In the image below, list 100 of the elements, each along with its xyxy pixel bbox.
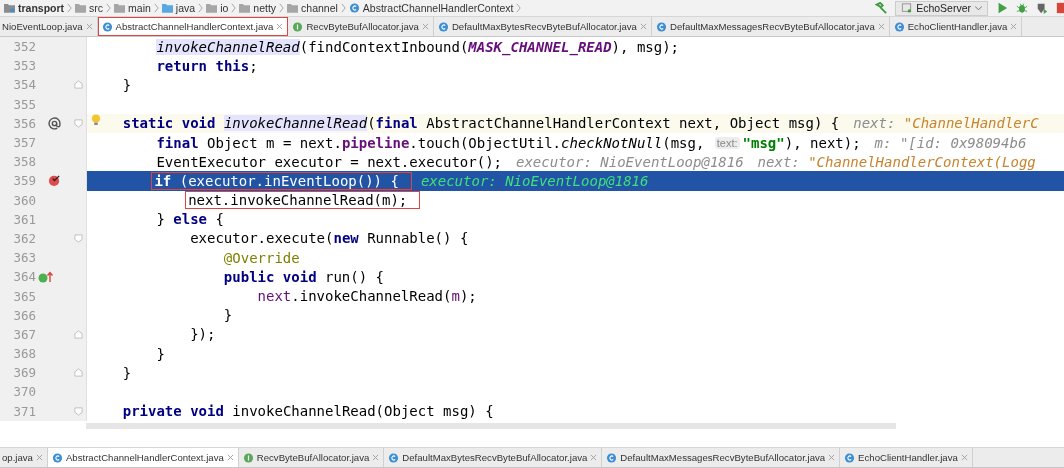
inline-hint: "ChannelHandlerContext(Logg (808, 153, 1036, 170)
close-icon[interactable] (85, 23, 93, 30)
code-text: invokeChannelRead(Object msg) { (232, 403, 494, 420)
lightbulb-icon[interactable] (91, 114, 101, 127)
close-icon[interactable] (421, 23, 429, 30)
interface-icon (292, 21, 304, 32)
code-text: Runnable() { (367, 230, 469, 247)
code-text: "msg" (742, 134, 785, 151)
run-configuration-dropdown[interactable]: EchoServer (895, 0, 988, 16)
code-text: if (154, 172, 172, 189)
folder-icon (75, 3, 87, 13)
fold-marker-icon[interactable] (73, 368, 83, 378)
code-text: @Override (223, 249, 300, 266)
line-number: 361 (12, 211, 36, 227)
breadcrumb-item[interactable]: AbstractChannelHandlerContext (362, 2, 514, 14)
fold-marker-icon[interactable] (73, 406, 83, 416)
run-icon[interactable] (996, 2, 1008, 14)
code-text: .touch(ObjectUtil. (409, 134, 562, 151)
code-text: final (156, 134, 199, 151)
caret-icon (975, 5, 982, 11)
breadcrumb-item[interactable]: src (89, 2, 104, 14)
line-number: 357 (12, 135, 36, 151)
editor-tab[interactable]: DefaultMaxBytesRecvByteBufAllocator.java (384, 448, 603, 467)
close-icon[interactable] (1010, 23, 1018, 30)
close-icon[interactable] (590, 454, 598, 461)
hammer-icon[interactable] (875, 2, 888, 14)
code-text: new (333, 230, 359, 247)
editor-tab[interactable]: op.java (0, 448, 48, 467)
editor-tab[interactable]: DefaultMaxMessagesRecvByteBufAllocator.java (602, 448, 841, 467)
fold-marker-icon[interactable] (73, 233, 83, 243)
close-icon[interactable] (960, 454, 968, 461)
code-text: .invokeChannelRead( (291, 288, 452, 305)
override-marker-icon[interactable] (47, 116, 61, 130)
folder-icon (206, 3, 218, 13)
close-icon[interactable] (877, 23, 885, 30)
bug-icon[interactable] (1016, 2, 1028, 14)
editor-tab[interactable]: DefaultMaxMessagesRecvByteBufAllocator.java (651, 17, 890, 36)
code-text: next.invokeChannelRead(m); (188, 192, 408, 209)
breakpoint-icon[interactable] (47, 174, 61, 188)
line-number: 364 (12, 269, 36, 285)
editor-tab[interactable]: RecvByteBufAllocator.java (238, 448, 385, 467)
editor-tab[interactable]: RecvByteBufAllocator.java (288, 17, 434, 36)
line-number: 352 (12, 39, 36, 55)
line-number: 355 (12, 96, 36, 112)
close-icon[interactable] (828, 454, 836, 461)
code-text: } (122, 76, 132, 93)
code-text: private void (122, 403, 224, 420)
class-icon (655, 21, 667, 32)
breadcrumb-item[interactable]: java (175, 2, 196, 14)
breadcrumb-item[interactable]: netty (253, 2, 277, 14)
editor-tab[interactable]: AbstractChannelHandlerContext.java (47, 448, 239, 467)
breadcrumb-item[interactable]: io (220, 2, 229, 14)
code-text: MASK_CHANNEL_READ (468, 38, 612, 55)
line-number: 367 (12, 326, 36, 342)
code-text: ( (367, 115, 376, 132)
shield-icon[interactable] (1036, 2, 1048, 14)
close-icon[interactable] (639, 23, 647, 30)
line-number: 368 (12, 346, 36, 362)
interface-icon (242, 452, 254, 463)
code-text: ; (249, 57, 258, 74)
line-number: 365 (12, 288, 36, 304)
editor-tab[interactable]: AbstractChannelHandlerContext.java (97, 17, 289, 36)
code-text: } (156, 211, 165, 228)
inline-hint: executor: NioEventLoop@1816 (516, 153, 744, 170)
editor-tab[interactable]: EchoClientHandler.java (840, 448, 973, 467)
folder-icon (287, 3, 299, 13)
breadcrumb-item[interactable]: transport (18, 2, 65, 14)
breadcrumb-item[interactable]: channel (301, 2, 338, 14)
code-text: { (215, 211, 224, 228)
editor-tab[interactable]: EchoClientHandler.java (889, 17, 1023, 36)
close-icon[interactable] (35, 454, 43, 461)
close-icon[interactable] (276, 23, 284, 30)
fold-marker-icon[interactable] (73, 118, 83, 128)
chevron-icon (67, 3, 73, 13)
code-text: (msg, (662, 134, 706, 151)
close-icon[interactable] (226, 454, 234, 461)
line-number: 354 (12, 77, 36, 93)
fold-marker-icon[interactable] (73, 80, 83, 90)
code-text: ), next); (784, 134, 861, 151)
breadcrumb-item[interactable]: main (128, 2, 151, 14)
folder-icon (161, 3, 173, 13)
line-number: 353 (12, 58, 36, 74)
line-number: 366 (12, 307, 36, 323)
editor-tab[interactable]: DefaultMaxBytesRecvByteBufAllocator.java (433, 17, 652, 36)
code-text: checkNotNull (561, 134, 663, 151)
code-text: } (156, 345, 165, 362)
code-text: EventExecutor executor = next.executor(); (156, 153, 502, 170)
class-icon (388, 452, 400, 463)
fold-marker-icon[interactable] (73, 329, 83, 339)
code-text: AbstractChannelHandlerContext next, Object msg) { (426, 115, 840, 132)
close-icon[interactable] (372, 454, 380, 461)
implements-marker-icon[interactable] (38, 270, 54, 283)
line-number: 360 (12, 192, 36, 208)
editor-tab[interactable]: NioEventLoop.java (0, 17, 98, 36)
code-text: ); (459, 288, 477, 305)
parameter-hint: text: (714, 136, 740, 149)
line-number: 369 (12, 365, 36, 381)
chevron-icon (279, 3, 285, 13)
code-text: (findContextInbound( (299, 38, 469, 55)
code-text: } (223, 307, 233, 324)
